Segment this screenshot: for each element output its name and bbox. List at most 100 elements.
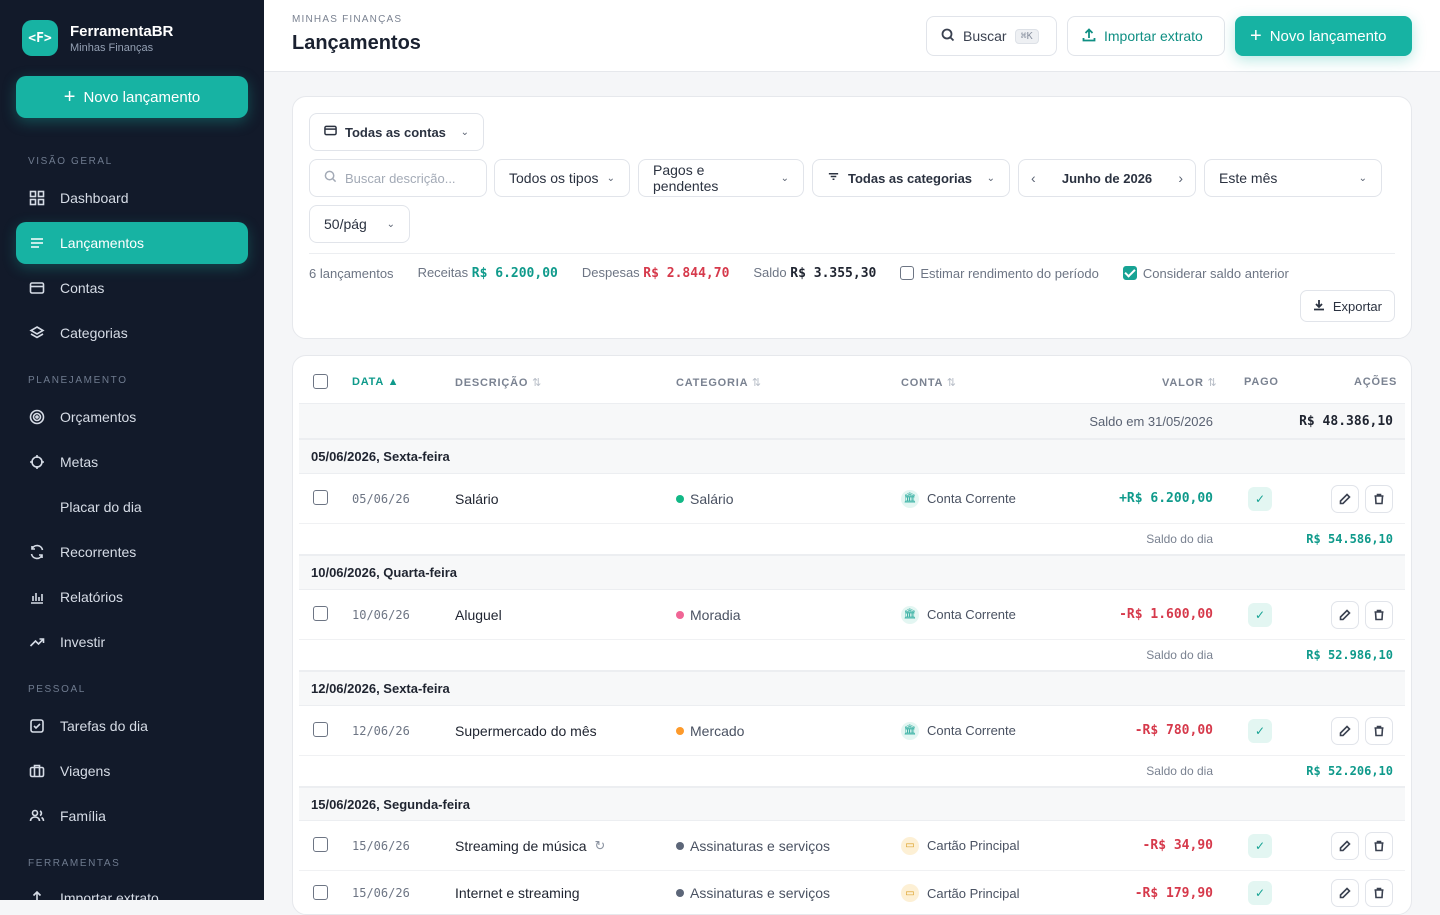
table-row[interactable]: 05/06/26 Salário Salário 🏛 Conta Corrente… xyxy=(299,474,1405,524)
delete-button[interactable] xyxy=(1365,831,1393,860)
accounts-filter[interactable]: Todas as contas ⌄ xyxy=(309,113,484,151)
per-page-select[interactable]: 50/pág ⌄ xyxy=(309,205,410,243)
row-category-label: Mercado xyxy=(690,722,745,739)
chevron-down-icon: ⌄ xyxy=(386,218,395,230)
sidebar-item-familia[interactable]: Família xyxy=(16,795,248,837)
sidebar-item-lancamentos[interactable]: Lançamentos xyxy=(16,222,248,264)
day-balance-row: Saldo do dia R$ 54.586,10 xyxy=(299,524,1405,555)
users-icon xyxy=(28,807,46,825)
row-paid[interactable]: ✓ xyxy=(1248,706,1272,755)
sidebar-item-relatorios[interactable]: Relatórios xyxy=(16,576,248,618)
table-row[interactable]: 10/06/26 Aluguel Moradia 🏛 Conta Corrente… xyxy=(299,590,1405,640)
income-value: R$ 6.200,00 xyxy=(471,266,558,281)
sidebar-item-importar[interactable]: Importar extrato xyxy=(16,877,248,900)
day-group-header: 15/06/2026, Segunda-feira xyxy=(299,787,1405,821)
sidebar-item-label: Recorrentes xyxy=(60,544,137,560)
download-icon xyxy=(1313,299,1325,314)
edit-button[interactable] xyxy=(1331,716,1359,745)
status-select[interactable]: Pagos e pendentes ⌄ xyxy=(638,159,804,197)
consider-balance-checkbox[interactable] xyxy=(1122,266,1137,280)
column-description[interactable]: DESCRIÇÃO ⇅ xyxy=(455,376,542,389)
row-account: 🏛 Conta Corrente xyxy=(901,706,1016,755)
trash-icon xyxy=(1374,887,1384,899)
bank-icon: 🏛 xyxy=(901,721,919,740)
estimate-yield-toggle[interactable]: Estimar rendimento do período xyxy=(900,265,1099,281)
row-actions xyxy=(1331,474,1393,523)
row-account-label: Conta Corrente xyxy=(927,607,1016,622)
sidebar-item-categorias[interactable]: Categorias xyxy=(16,312,248,354)
prev-month-button[interactable]: ‹ xyxy=(1031,170,1036,186)
row-paid[interactable]: ✓ xyxy=(1248,871,1272,914)
sidebar-item-orcamentos[interactable]: Orçamentos xyxy=(16,396,248,438)
row-paid[interactable]: ✓ xyxy=(1248,821,1272,870)
row-category: Assinaturas e serviços xyxy=(676,871,830,914)
check-icon[interactable]: ✓ xyxy=(1248,486,1272,511)
delete-button[interactable] xyxy=(1365,879,1393,907)
sidebar-item-viagens[interactable]: Viagens xyxy=(16,750,248,792)
sidebar-new-entry-button[interactable]: + Novo lançamento xyxy=(16,76,248,118)
page-header: MINHAS FINANÇAS Lançamentos Buscar ⌘K Im… xyxy=(264,0,1440,72)
estimate-yield-label: Estimar rendimento do período xyxy=(920,265,1099,281)
search-button[interactable]: Buscar ⌘K xyxy=(926,16,1057,56)
edit-button[interactable] xyxy=(1331,484,1359,513)
upload-icon xyxy=(1082,27,1096,45)
row-description: Salário xyxy=(455,490,499,507)
column-category[interactable]: CATEGORIA ⇅ xyxy=(676,376,762,389)
sidebar-item-metas[interactable]: Metas xyxy=(16,441,248,483)
delete-button[interactable] xyxy=(1365,484,1393,513)
chevron-down-icon: ⌄ xyxy=(460,126,469,138)
export-button[interactable]: Exportar xyxy=(1299,290,1395,322)
edit-button[interactable] xyxy=(1331,600,1359,629)
sidebar: <F> FerramentaBR Minhas Finanças + Novo … xyxy=(0,0,264,900)
edit-button[interactable] xyxy=(1331,879,1359,907)
trash-icon xyxy=(1374,725,1384,736)
description-search-input[interactable]: Buscar descrição... xyxy=(309,159,487,197)
categories-filter[interactable]: Todas as categorias ⌄ xyxy=(812,159,1010,197)
estimate-yield-checkbox[interactable] xyxy=(900,266,915,280)
crosshair-icon xyxy=(28,453,46,471)
row-checkbox[interactable] xyxy=(313,885,328,900)
table-row[interactable]: 15/06/26 Internet e streaming Assinatura… xyxy=(299,871,1405,914)
column-value[interactable]: VALOR ⇅ xyxy=(1162,376,1218,389)
sidebar-item-placar[interactable]: Placar do dia xyxy=(16,486,248,528)
check-icon[interactable]: ✓ xyxy=(1248,833,1272,858)
next-month-button[interactable]: › xyxy=(1178,170,1183,186)
delete-button[interactable] xyxy=(1365,600,1393,629)
sidebar-item-label: Placar do dia xyxy=(60,499,142,515)
row-checkbox[interactable] xyxy=(313,722,328,737)
sort-icon: ⇅ xyxy=(532,377,543,389)
row-paid[interactable]: ✓ xyxy=(1248,590,1272,639)
check-icon[interactable]: ✓ xyxy=(1248,602,1272,627)
sidebar-item-tarefas[interactable]: Tarefas do dia xyxy=(16,705,248,747)
row-paid[interactable]: ✓ xyxy=(1248,474,1272,523)
sidebar-item-investir[interactable]: Investir xyxy=(16,621,248,663)
sidebar-item-contas[interactable]: Contas xyxy=(16,267,248,309)
check-icon[interactable]: ✓ xyxy=(1248,718,1272,743)
table-row[interactable]: 12/06/26 Supermercado do mês Mercado 🏛 Co… xyxy=(299,706,1405,756)
pencil-icon xyxy=(1339,608,1351,620)
edit-button[interactable] xyxy=(1331,831,1359,860)
brand[interactable]: <F> FerramentaBR Minhas Finanças xyxy=(22,20,173,56)
consider-balance-toggle[interactable]: Considerar saldo anterior xyxy=(1122,266,1289,281)
row-checkbox[interactable] xyxy=(313,837,328,852)
delete-button[interactable] xyxy=(1365,716,1393,745)
day-balance-label: Saldo do dia xyxy=(1146,648,1213,662)
column-date[interactable]: DATA ▲ xyxy=(352,376,399,388)
new-entry-button[interactable]: + Novo lançamento xyxy=(1235,16,1412,56)
check-icon[interactable]: ✓ xyxy=(1248,881,1272,905)
category-dot xyxy=(676,610,684,619)
period-select[interactable]: Este mês ⌄ xyxy=(1204,159,1382,197)
import-statement-button[interactable]: Importar extrato xyxy=(1067,16,1225,56)
table-row[interactable]: 15/06/26 Streaming de música ↻ Assinatura… xyxy=(299,821,1405,871)
column-account-label: CONTA xyxy=(901,377,943,389)
sidebar-item-recorrentes[interactable]: Recorrentes xyxy=(16,531,248,573)
row-checkbox[interactable] xyxy=(313,490,328,505)
row-checkbox[interactable] xyxy=(313,606,328,621)
layers-icon xyxy=(28,324,46,342)
select-all-checkbox[interactable] xyxy=(313,374,328,389)
sidebar-item-dashboard[interactable]: Dashboard xyxy=(16,177,248,219)
type-select[interactable]: Todos os tipos ⌄ xyxy=(494,159,630,197)
sort-icon: ⇅ xyxy=(946,377,957,389)
column-account[interactable]: CONTA ⇅ xyxy=(901,376,957,389)
search-placeholder: Buscar descrição... xyxy=(345,170,456,186)
